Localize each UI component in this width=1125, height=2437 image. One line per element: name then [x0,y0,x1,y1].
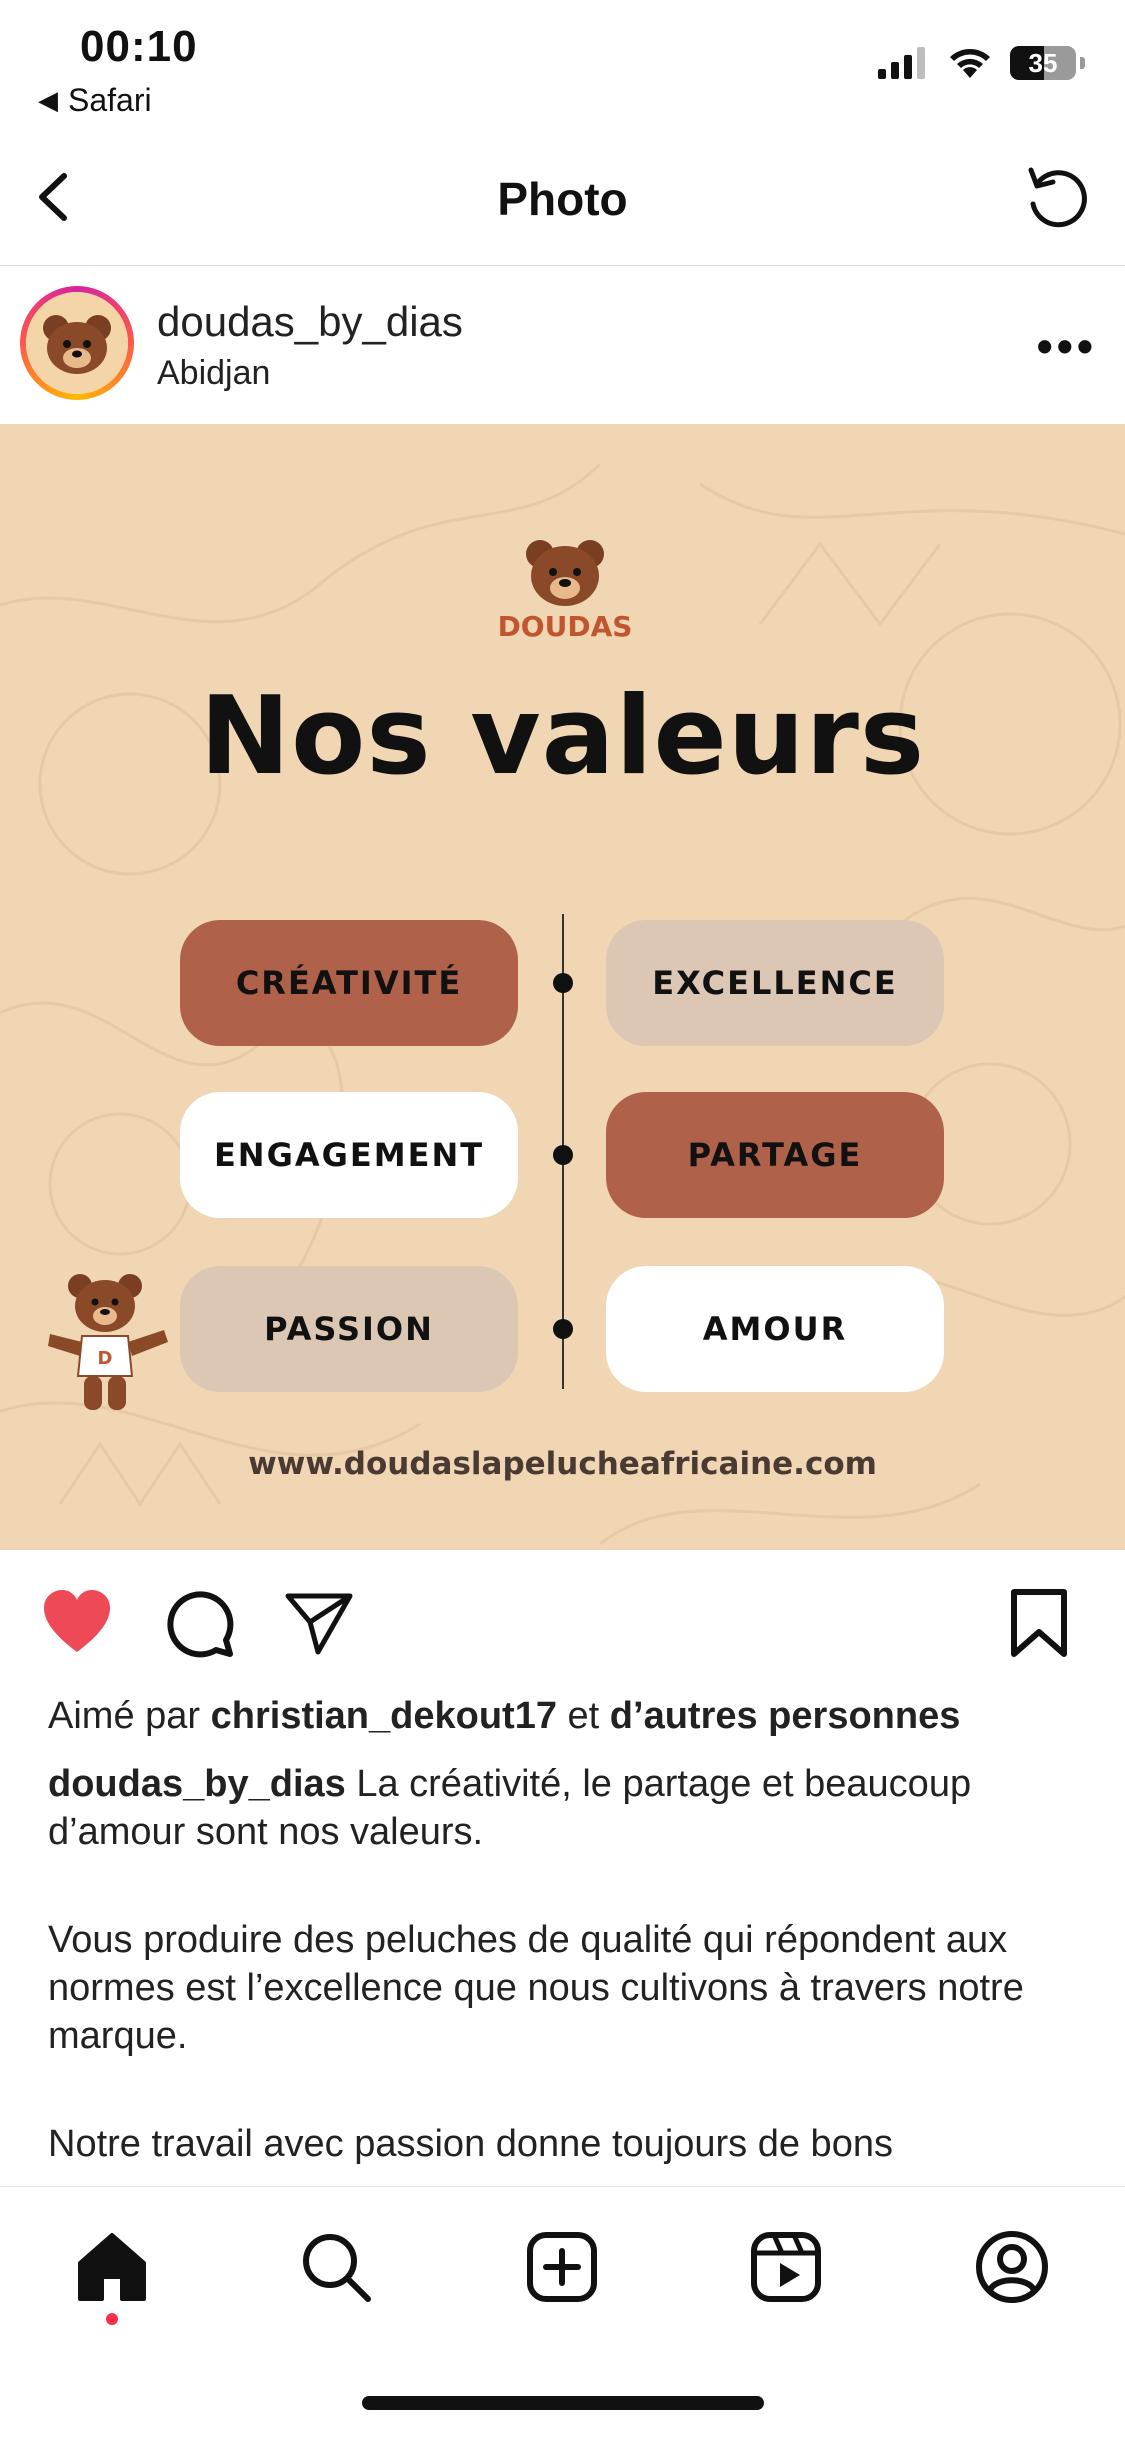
post-actions [0,1552,1125,1692]
value-pill-amour: AMOUR [606,1266,944,1392]
cellular-signal-icon [878,47,925,79]
likes-and: et [567,1695,600,1737]
likes-others[interactable]: d’autres personnes [610,1695,961,1737]
image-website: www.doudaslapelucheafricaine.com [248,1446,877,1482]
bookmark-icon[interactable] [1002,1586,1076,1660]
status-time: 00:10 [80,22,198,71]
svg-text:D: D [98,1348,113,1369]
battery-icon: 35 [1010,46,1076,80]
back-triangle-icon: ◀ [38,85,58,115]
back-app-label: Safari [68,82,152,118]
home-icon[interactable] [72,2227,152,2307]
avatar[interactable] [20,286,134,400]
refresh-icon[interactable] [1019,160,1095,236]
caption-paragraph-3: Notre travail avec passion donne toujour… [48,2123,893,2165]
post-caption: Aimé par christian_dekout17 et d’autres … [48,1692,1085,2168]
doudas-logo: DOUDAS [498,540,633,643]
bear-mascot-illustration: D [48,1274,168,1410]
more-options-icon[interactable]: ••• [1037,323,1097,369]
back-to-safari[interactable]: ◀ Safari [38,82,152,119]
battery-level: 35 [1028,47,1058,78]
create-icon[interactable] [522,2227,602,2307]
post-header: doudas_by_dias Abidjan ••• [0,266,1125,424]
value-pill-engagement: ENGAGEMENT [180,1092,518,1218]
logo-text: DOUDAS [498,610,633,643]
value-pill-passion: PASSION [180,1266,518,1392]
timeline-dot [553,973,573,993]
likes-prefix: Aimé par [48,1695,201,1737]
likes-line: Aimé par christian_dekout17 et d’autres … [48,1692,1085,1740]
wifi-icon [950,49,990,78]
value-pill-creativite: CRÉATIVITÉ [180,920,518,1046]
caption-username[interactable]: doudas_by_dias [48,1763,346,1805]
caption-paragraph-2: Vous produire des peluches de qualité qu… [48,1919,1024,2057]
search-icon[interactable] [296,2227,376,2307]
share-icon[interactable] [282,1586,356,1660]
heart-icon[interactable] [40,1586,114,1660]
likes-user[interactable]: christian_dekout17 [211,1695,557,1737]
bear-avatar-icon [26,292,128,394]
image-headline: Nos valeurs [199,674,926,799]
page-title: Photo [497,173,628,225]
value-pill-partage: PARTAGE [606,1092,944,1218]
active-tab-indicator [106,2313,118,2325]
timeline-dot [553,1319,573,1339]
status-bar: 00:10 ◀ Safari 35 [0,0,1125,130]
reels-icon[interactable] [746,2227,826,2307]
home-indicator [362,2396,764,2410]
timeline-dot [553,1145,573,1165]
value-pill-excellence: EXCELLENCE [606,920,944,1046]
nav-header: Photo [0,130,1125,266]
post-location[interactable]: Abidjan [157,354,270,393]
post-username[interactable]: doudas_by_dias [157,298,463,346]
caption-first-paragraph: doudas_by_dias La créativité, le partage… [48,1760,1085,1856]
status-icons: 35 [878,46,1085,80]
post-image[interactable]: DOUDAS Nos valeurs CRÉATIVITÉ EXCELLENCE… [0,424,1125,1550]
comment-icon[interactable] [162,1586,236,1660]
profile-icon[interactable] [972,2227,1052,2307]
